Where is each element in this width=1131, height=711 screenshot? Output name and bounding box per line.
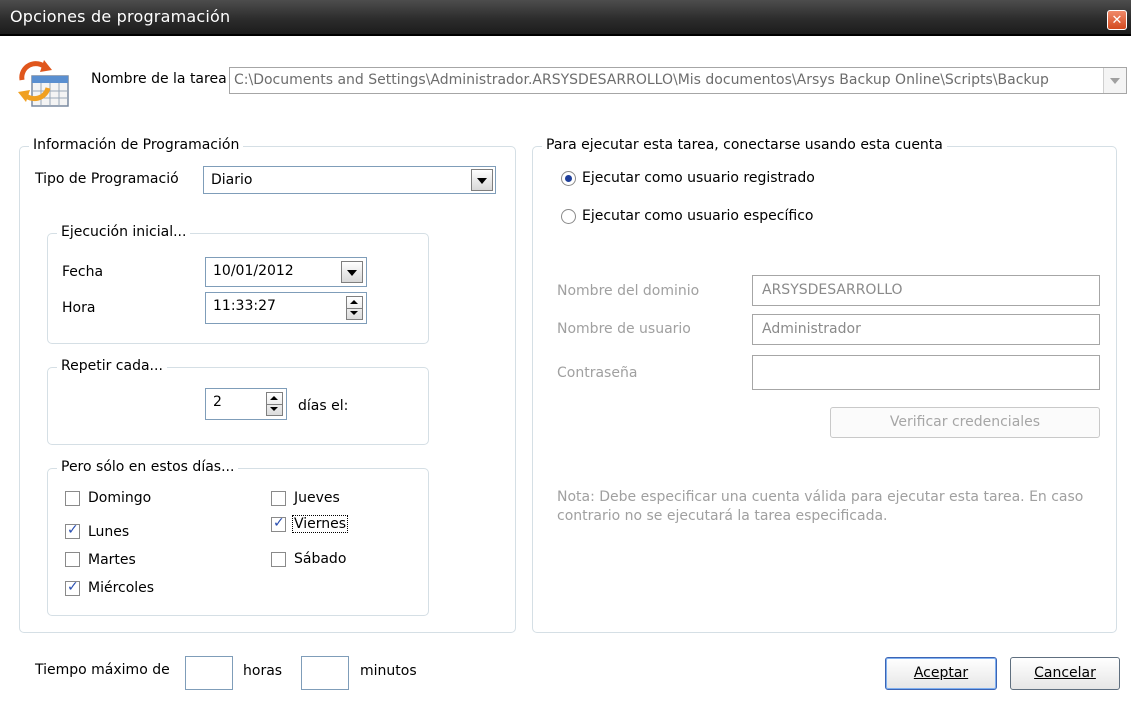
max-minutes-input[interactable]: [301, 656, 349, 690]
checkbox-lunes[interactable]: ✓: [65, 522, 80, 539]
accept-button[interactable]: Aceptar: [885, 657, 997, 690]
username-value: Administrador: [762, 321, 861, 337]
repeat-interval-value: 2: [213, 394, 222, 410]
repeat-spinner[interactable]: [266, 392, 283, 416]
checkbox-domingo[interactable]: [65, 491, 80, 506]
check-icon: ✓: [273, 515, 285, 531]
schedule-group-legend: Información de Programación: [29, 137, 244, 153]
title-bar: Opciones de programación ✕: [0, 0, 1131, 36]
account-note: Nota: Debe especificar una cuenta válida…: [557, 489, 1084, 524]
repeat-interval-input[interactable]: 2: [205, 388, 287, 420]
time-label: Hora: [62, 300, 96, 316]
task-name-label: Nombre de la tarea: [91, 71, 227, 87]
radio-selected-dot: [565, 175, 572, 182]
initial-run-legend: Ejecución inicial...: [57, 224, 191, 240]
window-title: Opciones de programación: [10, 7, 231, 26]
date-label: Fecha: [62, 264, 104, 280]
chevron-down-icon: [1110, 78, 1120, 84]
radio-specific-user[interactable]: [561, 209, 576, 224]
task-path-value: C:\Documents and Settings\Administrador.…: [234, 72, 1049, 88]
max-time-label-clip: Tiempo máximo de: [19, 650, 169, 690]
date-picker[interactable]: 10/01/2012: [205, 257, 367, 287]
checkbox-lunes-label: Lunes: [88, 524, 130, 540]
checkbox-viernes-label: Viernes: [292, 515, 349, 533]
checkbox-jueves[interactable]: [271, 491, 286, 506]
max-time-label: Tiempo máximo de: [35, 662, 169, 678]
radio-registered-user[interactable]: [561, 171, 576, 186]
minutes-label: minutos: [360, 663, 417, 679]
domain-input[interactable]: ARSYSDESARROLLO: [752, 275, 1100, 306]
time-picker[interactable]: 11:33:27: [205, 292, 367, 324]
checkbox-sabado[interactable]: [271, 552, 286, 567]
cancel-button[interactable]: Cancelar: [1010, 657, 1120, 690]
checkbox-jueves-label: Jueves: [294, 490, 340, 506]
checkbox-martes[interactable]: [65, 552, 80, 567]
chevron-down-icon: [477, 178, 487, 184]
cancel-label: Cancelar: [1034, 665, 1096, 681]
checkbox-martes-label: Martes: [88, 552, 136, 568]
accept-label: Aceptar: [913, 665, 969, 681]
repeat-suffix-label: días el:: [298, 398, 349, 414]
time-spinner[interactable]: [346, 296, 363, 320]
spin-down-icon[interactable]: [267, 404, 282, 415]
checkbox-domingo-label: Domingo: [88, 490, 152, 506]
schedule-type-select[interactable]: Diario: [203, 166, 496, 194]
account-group-legend: Para ejecutar esta tarea, conectarse usa…: [542, 137, 947, 153]
date-dropdown[interactable]: [341, 261, 363, 283]
checkbox-sabado-label: Sábado: [294, 551, 347, 567]
repeat-legend: Repetir cada...: [57, 358, 167, 374]
radio-specific-label: Ejecutar como usuario específico: [582, 208, 814, 224]
initial-run-group: Ejecución inicial...: [47, 224, 429, 344]
check-icon: ✓: [67, 579, 79, 595]
time-value: 11:33:27: [213, 298, 276, 314]
max-hours-input[interactable]: [185, 656, 233, 690]
schedule-type-value: Diario: [211, 172, 253, 188]
close-icon[interactable]: ✕: [1107, 10, 1127, 30]
task-path-dropdown[interactable]: [1103, 68, 1126, 93]
task-path-combo[interactable]: C:\Documents and Settings\Administrador.…: [229, 67, 1127, 94]
schedule-type-label: Tipo de Programació: [35, 171, 179, 187]
schedule-type-dropdown[interactable]: [471, 169, 493, 191]
check-icon: ✓: [67, 522, 79, 538]
schedule-refresh-icon: [16, 58, 72, 110]
radio-registered-label: Ejecutar como usuario registrado: [582, 170, 815, 186]
username-input[interactable]: Administrador: [752, 314, 1100, 345]
password-input[interactable]: [752, 355, 1100, 390]
chevron-down-icon: [347, 270, 357, 276]
username-label: Nombre de usuario: [557, 321, 691, 337]
spin-down-icon[interactable]: [347, 308, 362, 319]
checkbox-miercoles[interactable]: ✓: [65, 579, 80, 596]
days-legend: Pero sólo en estos días...: [57, 459, 239, 475]
verify-credentials-button[interactable]: Verificar credenciales: [830, 407, 1100, 438]
checkbox-viernes[interactable]: ✓: [271, 515, 286, 532]
date-value: 10/01/2012: [213, 263, 294, 279]
password-label: Contraseña: [557, 365, 638, 381]
hours-label: horas: [243, 663, 283, 679]
checkbox-miercoles-label: Miércoles: [88, 580, 155, 596]
domain-value: ARSYSDESARROLLO: [762, 282, 903, 298]
verify-credentials-label: Verificar credenciales: [889, 414, 1041, 430]
domain-label: Nombre del dominio: [557, 283, 700, 299]
